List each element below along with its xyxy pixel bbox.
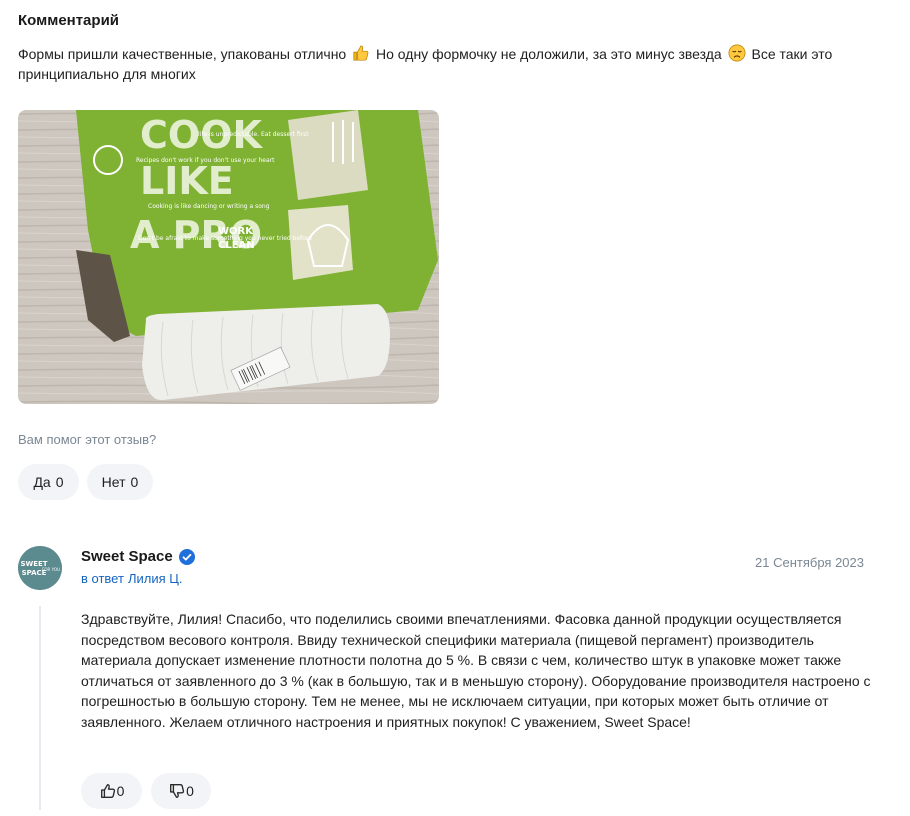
- review-photo[interactable]: COOK LIKE A PRO WORK CLEAN life is unpre…: [18, 110, 439, 404]
- reply-to-prefix: в ответ: [81, 571, 124, 586]
- comment-heading: Комментарий: [18, 12, 120, 29]
- disappointed-face-icon: [728, 44, 746, 62]
- review-text-part-2: Но одну формочку не доложили, за это мин…: [376, 46, 722, 62]
- photo-note-4: Don't be afraid to make something you ne…: [138, 235, 312, 242]
- helpful-question: Вам помог этот отзыв?: [18, 432, 157, 447]
- photo-note-3: Cooking is like dancing or writing a son…: [148, 203, 270, 210]
- thumbs-up-outline-icon: [100, 784, 115, 798]
- reply-author-name: Sweet Space: [81, 548, 173, 565]
- photo-note-1: life is unpredictable. Eat dessert first: [198, 131, 309, 138]
- helpful-yes-count: 0: [55, 474, 64, 490]
- dislike-count: 0: [186, 783, 194, 799]
- helpful-no-label: Нет: [101, 474, 126, 490]
- photo-note-2: Recipes don't work if you don't use your…: [136, 157, 275, 164]
- thumbs-down-outline-icon: [170, 784, 185, 798]
- review-photo-image: COOK LIKE A PRO WORK CLEAN life is unpre…: [18, 110, 439, 404]
- avatar-text-3: FOR YOU: [42, 567, 60, 572]
- avatar: SWEET SPACE FOR YOU: [18, 546, 62, 590]
- helpful-no-count: 0: [130, 474, 139, 490]
- thumbs-up-icon: [353, 45, 369, 61]
- reply-text: Здравствуйте, Лилия! Спасибо, что подели…: [81, 611, 871, 730]
- reply-to-name: Лилия Ц.: [127, 571, 183, 586]
- dislike-button[interactable]: 0: [151, 773, 211, 809]
- reply-author: Sweet Space: [81, 548, 195, 565]
- verified-badge-icon: [178, 548, 195, 565]
- shop-logo: SWEET SPACE FOR YOU: [18, 546, 62, 590]
- photo-word-2: LIKE: [140, 159, 234, 203]
- review-text: Формы пришли качественные, упакованы отл…: [18, 44, 858, 84]
- thread-divider: [39, 606, 41, 810]
- like-button[interactable]: 0: [81, 773, 142, 809]
- helpful-yes-label: Да: [33, 474, 51, 490]
- like-count: 0: [116, 783, 125, 799]
- helpful-yes-button[interactable]: Да 0: [18, 464, 79, 500]
- helpful-no-button[interactable]: Нет 0: [87, 464, 153, 500]
- review-text-part-1: Формы пришли качественные, упакованы отл…: [18, 46, 347, 62]
- reply-to-link[interactable]: в ответ Лилия Ц.: [81, 571, 182, 586]
- reply-date: 21 Сентября 2023: [755, 555, 864, 570]
